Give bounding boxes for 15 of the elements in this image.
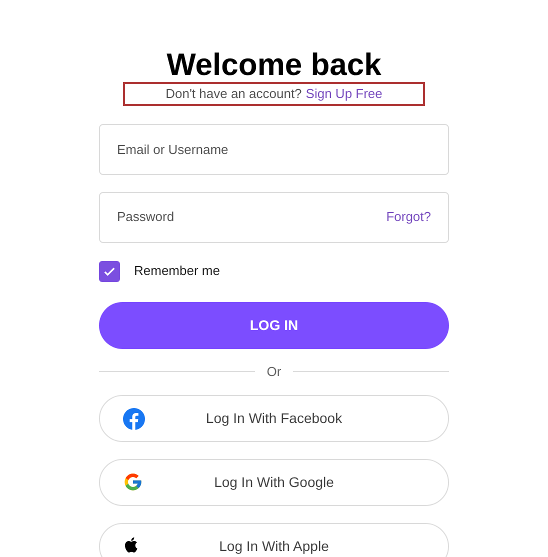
social-login-button[interactable]: Log In With Google <box>99 459 449 506</box>
email-field[interactable]: Email or Username <box>99 124 449 174</box>
signup-prompt: Don't have an account? <box>166 85 302 103</box>
social-login-button[interactable]: Log In With Facebook <box>99 395 449 442</box>
divider-label: Or <box>266 362 282 380</box>
login-button[interactable]: LOG IN <box>99 302 449 348</box>
facebook-icon <box>123 408 145 430</box>
remember-label: Remember me <box>134 262 220 280</box>
signup-link[interactable]: Sign Up Free <box>306 84 382 104</box>
page-title: Welcome back <box>166 46 382 84</box>
forgot-link[interactable]: Forgot? <box>386 207 431 227</box>
social-login-button[interactable]: Log In With Apple <box>99 523 449 557</box>
password-field[interactable]: Password Forgot? <box>99 192 449 242</box>
google-icon <box>123 472 143 492</box>
remember-checkbox[interactable] <box>99 260 120 282</box>
